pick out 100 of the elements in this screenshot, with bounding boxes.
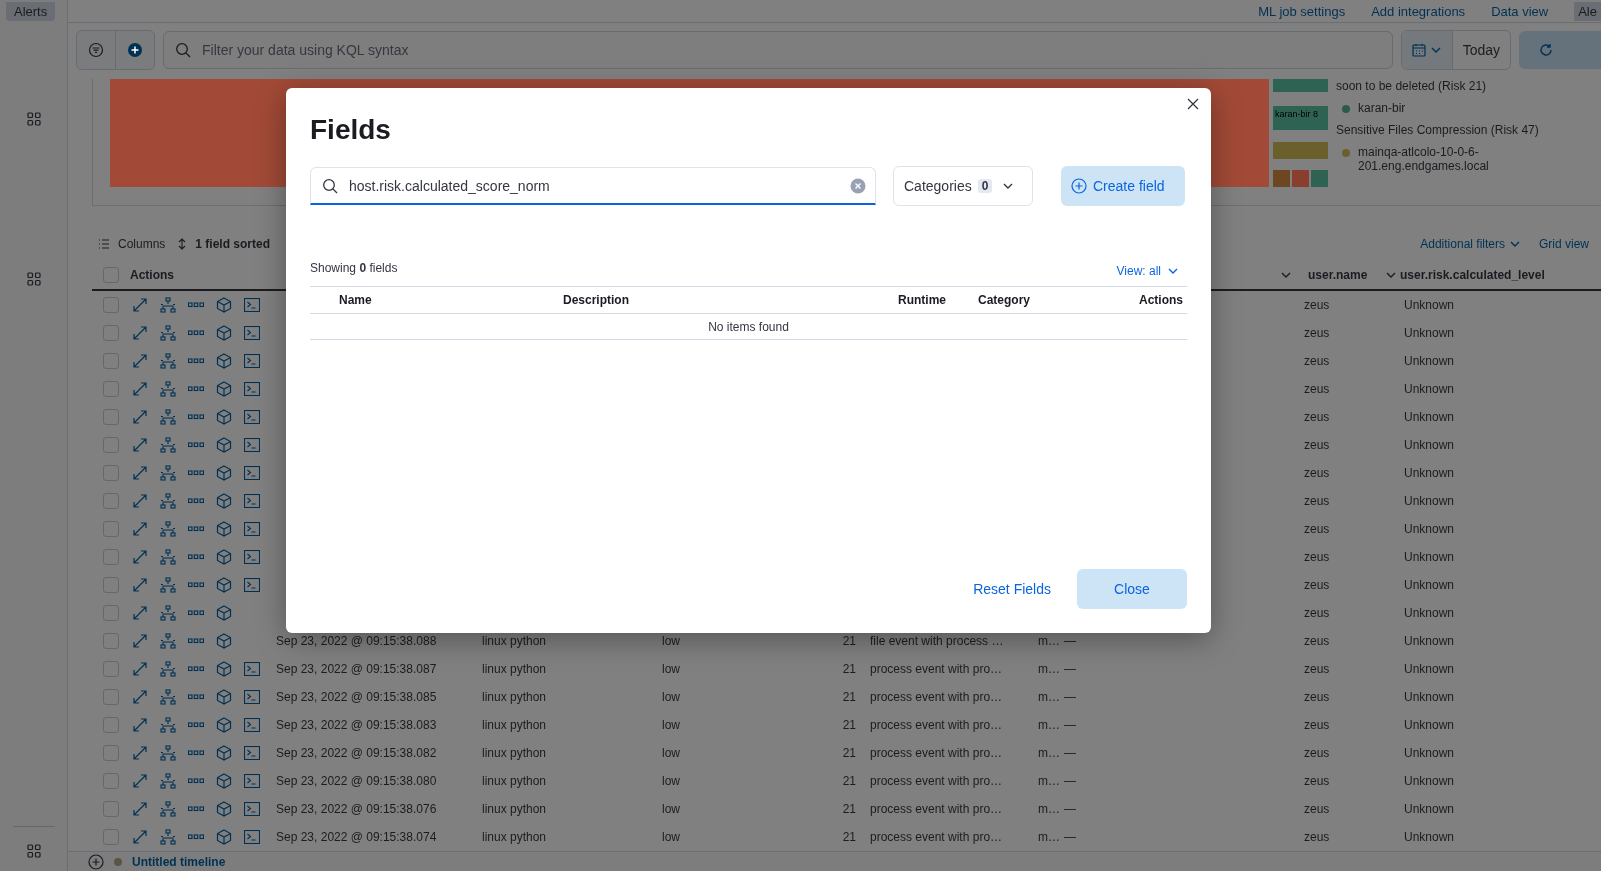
more-icon[interactable] bbox=[188, 386, 204, 392]
hierarchy-icon[interactable] bbox=[160, 353, 176, 369]
columns-button[interactable]: Columns bbox=[98, 237, 166, 251]
checkbox[interactable] bbox=[103, 267, 119, 283]
hierarchy-icon[interactable] bbox=[160, 605, 176, 621]
close-button[interactable]: Close bbox=[1077, 569, 1187, 609]
cube-icon[interactable] bbox=[216, 437, 232, 453]
checkbox[interactable] bbox=[103, 437, 119, 453]
grid-icon[interactable] bbox=[26, 272, 41, 286]
checkbox[interactable] bbox=[103, 745, 119, 761]
hierarchy-icon[interactable] bbox=[160, 465, 176, 481]
more-icon[interactable] bbox=[188, 778, 204, 784]
expand-icon[interactable] bbox=[132, 577, 148, 593]
expand-icon[interactable] bbox=[132, 689, 148, 705]
reset-fields-button[interactable]: Reset Fields bbox=[969, 581, 1055, 597]
cube-icon[interactable] bbox=[216, 773, 232, 789]
more-icon[interactable] bbox=[188, 330, 204, 336]
close-icon[interactable] bbox=[1187, 98, 1199, 110]
more-icon[interactable] bbox=[188, 610, 204, 616]
expand-icon[interactable] bbox=[132, 381, 148, 397]
terminal-icon[interactable] bbox=[244, 718, 260, 732]
hierarchy-icon[interactable] bbox=[160, 381, 176, 397]
checkbox[interactable] bbox=[103, 829, 119, 845]
additional-filters-button[interactable]: Additional filters bbox=[1420, 237, 1521, 251]
column-header[interactable]: Runtime bbox=[898, 293, 946, 307]
timeline-title[interactable]: Untitled timeline bbox=[132, 854, 226, 869]
terminal-icon[interactable] bbox=[244, 298, 260, 312]
expand-icon[interactable] bbox=[132, 773, 148, 789]
terminal-icon[interactable] bbox=[244, 466, 260, 480]
column-header[interactable]: Actions bbox=[130, 268, 174, 282]
add-icon[interactable] bbox=[88, 853, 104, 870]
more-icon[interactable] bbox=[188, 554, 204, 560]
terminal-icon[interactable] bbox=[244, 690, 260, 704]
column-header[interactable]: Description bbox=[563, 293, 629, 307]
expand-icon[interactable] bbox=[132, 605, 148, 621]
more-icon[interactable] bbox=[188, 806, 204, 812]
expand-icon[interactable] bbox=[132, 325, 148, 341]
cube-icon[interactable] bbox=[216, 745, 232, 761]
cube-icon[interactable] bbox=[216, 577, 232, 593]
tab[interactable]: Ale bbox=[1574, 1, 1601, 21]
clear-icon[interactable] bbox=[850, 178, 866, 194]
cube-icon[interactable] bbox=[216, 661, 232, 677]
terminal-icon[interactable] bbox=[244, 662, 260, 676]
terminal-icon[interactable] bbox=[244, 802, 260, 816]
hierarchy-icon[interactable] bbox=[160, 801, 176, 817]
cube-icon[interactable] bbox=[216, 465, 232, 481]
cube-icon[interactable] bbox=[216, 353, 232, 369]
expand-icon[interactable] bbox=[132, 465, 148, 481]
checkbox[interactable] bbox=[103, 801, 119, 817]
column-header[interactable]: Category bbox=[978, 293, 1030, 307]
header-link[interactable]: Add integrations bbox=[1371, 3, 1466, 19]
expand-icon[interactable] bbox=[132, 717, 148, 733]
more-icon[interactable] bbox=[188, 498, 204, 504]
more-icon[interactable] bbox=[188, 442, 204, 448]
query-field[interactable]: Filter your data using KQL syntax bbox=[163, 31, 1393, 69]
hierarchy-icon[interactable] bbox=[160, 549, 176, 565]
hierarchy-icon[interactable] bbox=[160, 689, 176, 705]
hierarchy-icon[interactable] bbox=[160, 409, 176, 425]
hierarchy-icon[interactable] bbox=[160, 829, 176, 845]
checkbox[interactable] bbox=[103, 577, 119, 593]
checkbox[interactable] bbox=[103, 633, 119, 649]
hierarchy-icon[interactable] bbox=[160, 437, 176, 453]
terminal-icon[interactable] bbox=[244, 774, 260, 788]
expand-icon[interactable] bbox=[132, 297, 148, 313]
more-icon[interactable] bbox=[188, 750, 204, 756]
more-icon[interactable] bbox=[188, 302, 204, 308]
expand-icon[interactable] bbox=[132, 437, 148, 453]
more-icon[interactable] bbox=[188, 358, 204, 364]
checkbox[interactable] bbox=[103, 493, 119, 509]
more-icon[interactable] bbox=[188, 694, 204, 700]
more-icon[interactable] bbox=[188, 666, 204, 672]
terminal-icon[interactable] bbox=[244, 354, 260, 368]
hierarchy-icon[interactable] bbox=[160, 717, 176, 733]
cube-icon[interactable] bbox=[216, 689, 232, 705]
checkbox[interactable] bbox=[103, 381, 119, 397]
hierarchy-icon[interactable] bbox=[160, 745, 176, 761]
header-link[interactable]: Data view bbox=[1491, 3, 1549, 19]
cube-icon[interactable] bbox=[216, 493, 232, 509]
more-icon[interactable] bbox=[188, 414, 204, 420]
hierarchy-icon[interactable] bbox=[160, 493, 176, 509]
checkbox[interactable] bbox=[103, 689, 119, 705]
grid-icon[interactable] bbox=[26, 844, 41, 858]
terminal-icon[interactable] bbox=[244, 746, 260, 760]
cube-icon[interactable] bbox=[216, 521, 232, 537]
sort-button[interactable]: 1 field sorted bbox=[177, 237, 271, 251]
expand-icon[interactable] bbox=[132, 829, 148, 845]
checkbox[interactable] bbox=[103, 297, 119, 313]
expand-icon[interactable] bbox=[132, 409, 148, 425]
checkbox[interactable] bbox=[103, 325, 119, 341]
cube-icon[interactable] bbox=[216, 549, 232, 565]
cube-icon[interactable] bbox=[216, 829, 232, 845]
checkbox[interactable] bbox=[103, 353, 119, 369]
more-icon[interactable] bbox=[188, 834, 204, 840]
grid-icon[interactable] bbox=[26, 112, 41, 126]
cube-icon[interactable] bbox=[216, 381, 232, 397]
checkbox[interactable] bbox=[103, 605, 119, 621]
more-icon[interactable] bbox=[188, 582, 204, 588]
terminal-icon[interactable] bbox=[244, 326, 260, 340]
cube-icon[interactable] bbox=[216, 409, 232, 425]
checkbox[interactable] bbox=[103, 409, 119, 425]
